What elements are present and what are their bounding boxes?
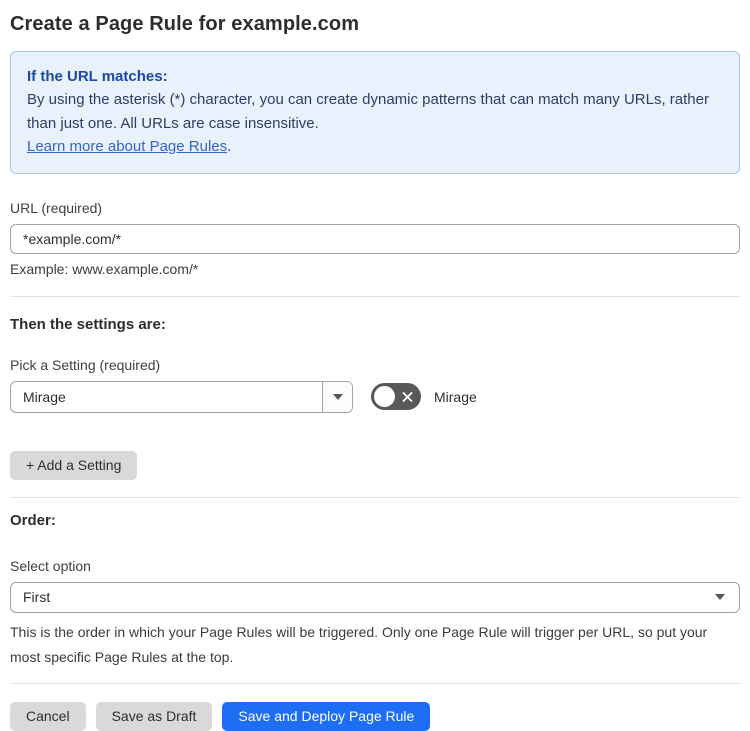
save-and-deploy-button[interactable]: Save and Deploy Page Rule — [222, 701, 431, 731]
toggle-off-x-icon — [401, 390, 414, 403]
toggle-setting-label: Mirage — [434, 388, 477, 405]
cancel-button[interactable]: Cancel — [10, 701, 86, 731]
info-box-body: By using the asterisk (*) character, you… — [27, 91, 709, 132]
link-suffix: . — [227, 138, 232, 155]
save-as-draft-button[interactable]: Save as Draft — [95, 701, 213, 731]
setting-dropdown[interactable]: Mirage — [10, 380, 353, 413]
setting-dropdown-arrow-button[interactable] — [322, 381, 352, 412]
divider — [10, 682, 740, 684]
settings-section-heading: Then the settings are: — [10, 315, 166, 333]
setting-row: Mirage Mirage — [10, 380, 740, 413]
info-box-link-line: Learn more about Page Rules. — [27, 135, 723, 159]
toggle-knob — [374, 386, 395, 407]
url-match-info-box: If the URL matches: By using the asteris… — [10, 51, 740, 174]
order-select-value: First — [23, 589, 51, 605]
url-example-text: Example: www.example.com/* — [10, 260, 199, 277]
url-field-label: URL (required) — [10, 199, 103, 216]
add-setting-button[interactable]: + Add a Setting — [10, 450, 138, 480]
mirage-toggle[interactable] — [371, 383, 421, 410]
chevron-down-icon — [332, 393, 343, 400]
order-select[interactable]: First — [10, 581, 740, 613]
divider — [10, 295, 740, 297]
chevron-down-icon — [715, 594, 725, 600]
divider — [10, 496, 740, 498]
page-title: Create a Page Rule for example.com — [10, 13, 360, 35]
pick-setting-label: Pick a Setting (required) — [10, 356, 161, 373]
setting-dropdown-value: Mirage — [23, 388, 66, 405]
info-box-heading: If the URL matches: — [27, 68, 168, 85]
order-select-label: Select option — [10, 557, 91, 574]
order-help-text: This is the order in which your Page Rul… — [10, 623, 708, 665]
footer-actions: Cancel Save as Draft Save and Deploy Pag… — [10, 701, 740, 731]
url-input[interactable] — [10, 223, 740, 254]
learn-more-link[interactable]: Learn more about Page Rules — [27, 138, 227, 155]
order-section-heading: Order: — [10, 511, 56, 529]
